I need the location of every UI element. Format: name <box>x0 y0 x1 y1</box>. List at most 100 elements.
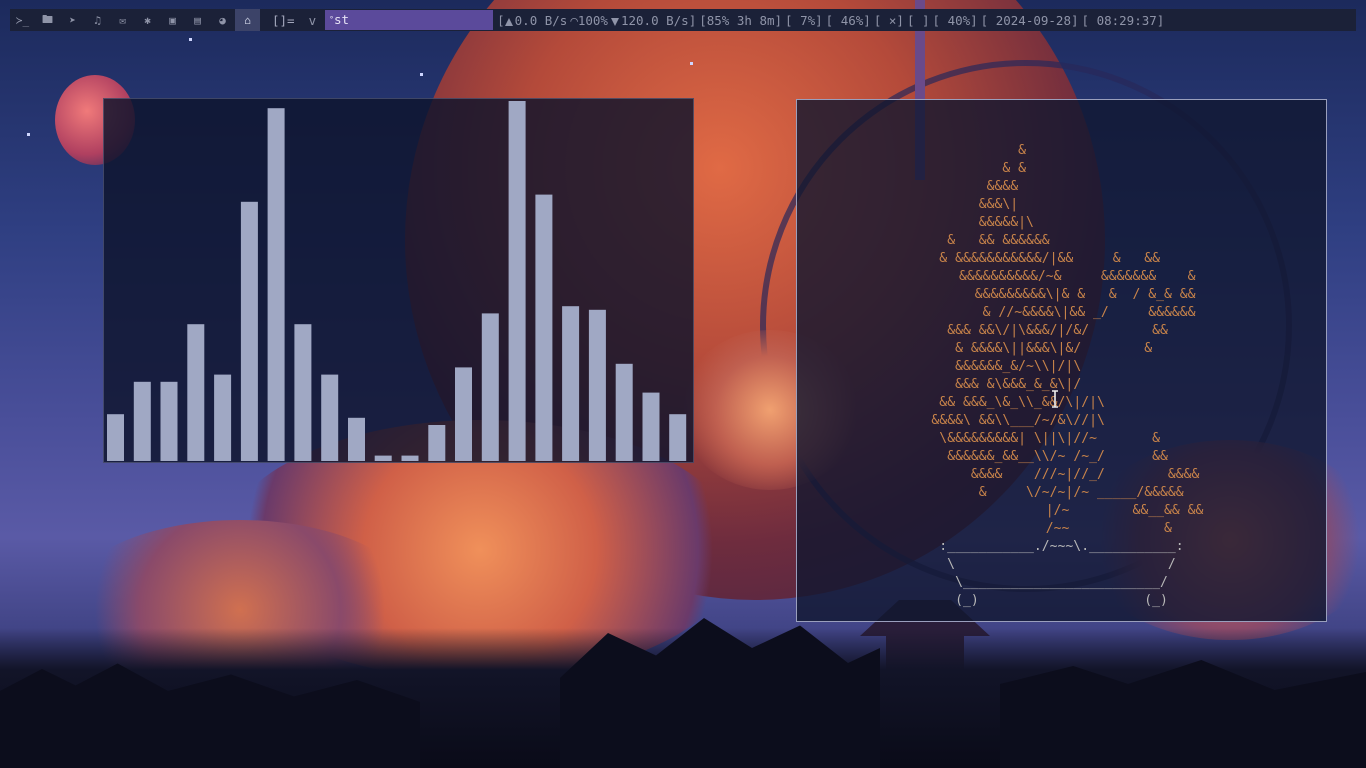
bonsai-pot-line: \ / <box>939 557 1184 572</box>
volume-text: [ ×] <box>873 12 904 28</box>
visualizer-bar <box>321 374 339 461</box>
browser-icon: ◕ <box>219 13 226 27</box>
bonsai-pot-line: (_) (_) <box>939 593 1184 608</box>
bonsai-line: &&&\| <box>931 197 1192 212</box>
window-title[interactable]: °st <box>325 10 494 30</box>
wallpaper-star <box>27 133 30 136</box>
mail-icon: ✉ <box>119 13 126 27</box>
workspace-tag[interactable]: ♫ <box>85 9 110 31</box>
volume-status[interactable]: [ ×] <box>874 13 904 28</box>
bonsai-line: /~~ & <box>927 521 1196 536</box>
memory-status: [ 46%] <box>826 13 871 28</box>
date-status: [ 2024-09-28] <box>981 13 1079 28</box>
brightness-status: [ 40%] <box>933 13 978 28</box>
ascii-bonsai-art: & & & &&&& &&&\| &&&&&|\ & && &&&&&& & &… <box>797 142 1326 610</box>
mic-status[interactable]: [ ] <box>907 13 930 28</box>
visualizer-bar <box>428 425 446 461</box>
visualizer-bar <box>401 455 419 461</box>
visualizer-bar <box>588 309 606 461</box>
bonsai-line: & &&&&&&&&&&&/|&& & && <box>931 251 1192 266</box>
bonsai-line: &&&& ///~|//_/ &&&& <box>923 467 1200 482</box>
bonsai-line: &&& &\&&&_&_&\|/ <box>931 377 1192 392</box>
bonsai-line: & //~&&&&\|&& _/ &&&&&& <box>927 305 1196 320</box>
workspace-tag[interactable]: ➤ <box>60 9 85 31</box>
bonsai-line: &&&&&&_&&__\\/~ /~_/ && <box>931 449 1192 464</box>
visualizer-bar <box>240 201 258 462</box>
bank-icon: ⌂ <box>244 13 251 27</box>
download-rate-text: 120.0 B/s] <box>620 12 697 28</box>
wallpaper-star <box>189 38 192 41</box>
bonsai-line: & && &&&&&& <box>931 233 1192 248</box>
bonsai-line: &&&& <box>931 179 1192 194</box>
terminal-icon: ≻_ <box>15 13 30 27</box>
workspace-tag[interactable]: ✱ <box>135 9 160 31</box>
visualizer-bar <box>160 381 178 461</box>
visualizer-bar <box>214 374 232 461</box>
layout-indicator[interactable]: []= <box>272 13 295 28</box>
visualizer-bar <box>374 455 392 461</box>
bonsai-pot-line: \_________________________/ <box>939 575 1184 590</box>
send-icon: ➤ <box>69 13 76 27</box>
bonsai-line: & \/~/~|/~ _____/&&&&& <box>931 485 1192 500</box>
time-text: [ 08:29:37] <box>1081 12 1165 28</box>
wallpaper-star <box>420 73 423 76</box>
time-status: [ 08:29:37] <box>1082 13 1165 28</box>
visualizer-bar <box>481 313 499 461</box>
battery-status: [85% 3h 8m] <box>699 13 782 28</box>
date-text: [ 2024-09-28] <box>980 12 1079 28</box>
bonsai-line: & <box>931 143 1192 158</box>
visualizer-bar <box>267 108 285 461</box>
visualizer-bar <box>455 367 472 461</box>
wifi-status: ◠100% <box>570 13 608 28</box>
cpu-status: [ 7%] <box>785 13 823 28</box>
bonsai-line: &&&&&|\ <box>931 215 1192 230</box>
download-icon <box>610 17 619 26</box>
visualizer-bars <box>107 101 687 462</box>
workspace-tags: ≻_ 🖿 ➤ ♫ ✉ ✱ ▣ ▤ ◕ ⌂ <box>10 9 260 31</box>
bonsai-line: &&&&\ &&\\___/~/&\//|\ <box>931 413 1192 428</box>
bonsai-line: \&&&&&&&&&| \||\|//~ & <box>931 431 1192 446</box>
status-bar: ≻_ 🖿 ➤ ♫ ✉ ✱ ▣ ▤ ◕ ⌂ []= v °st [0.0 B/s ◠100% 120… <box>10 9 1356 31</box>
bonsai-line: |/~ &&__&& && <box>919 503 1204 518</box>
visualizer-bar <box>107 414 124 461</box>
visualizer-bar <box>642 392 660 461</box>
client-indicator: v <box>308 12 317 28</box>
bonsai-line: && &&&_\&_\\_&&/\|/|\ <box>931 395 1192 410</box>
workspace-tag[interactable]: 🖿 <box>35 9 60 31</box>
visualizer-bar <box>535 194 553 461</box>
music-icon: ♫ <box>94 13 101 27</box>
terminal-window-bonsai[interactable]: & & & &&&& &&&\| &&&&&|\ & && &&&&&& & &… <box>796 99 1327 622</box>
bonsai-line: &&&&&&_&/~\\|/|\ <box>931 359 1192 374</box>
battery-text: [85% 3h 8m] <box>699 12 783 28</box>
bonsai-line: &&&&&&&&&&/~& &&&&&&& & <box>927 269 1196 284</box>
image-icon: ▣ <box>169 13 176 27</box>
visualizer-bar <box>562 306 580 461</box>
workspace-tag[interactable]: ✉ <box>110 9 135 31</box>
visualizer-bar <box>615 363 633 461</box>
workspace-tag[interactable]: ◕ <box>210 9 235 31</box>
workspace-tag[interactable]: ⌂ <box>235 9 260 31</box>
visualizer-bar <box>508 101 526 461</box>
download-rate: 120.0 B/s] <box>610 12 697 28</box>
bug-icon: ✱ <box>144 13 151 27</box>
visualizer-bar <box>187 324 205 461</box>
workspace-tag[interactable]: ▣ <box>160 9 185 31</box>
workspace-tag[interactable]: ▤ <box>185 9 210 31</box>
bonsai-line: & & <box>931 161 1192 176</box>
bonsai-line: & &&&&\||&&&\|&/ & <box>931 341 1192 356</box>
brightness-text: [ 40%] <box>932 12 978 28</box>
text-cursor-icon <box>1052 390 1058 408</box>
bonsai-line: &&&&&&&&&\|& & & / &_& && <box>927 287 1196 302</box>
visualizer-bar <box>294 324 312 461</box>
audio-visualizer-window[interactable] <box>103 98 694 463</box>
visualizer-bar <box>348 417 365 461</box>
folder-icon: 🖿 <box>42 12 53 26</box>
system-status: [0.0 B/s ◠100% 120.0 B/s] [85% 3h 8m] [ … <box>497 13 1167 28</box>
upload-rate-text: 0.0 B/s <box>514 12 568 28</box>
cpu-text: [ 7%] <box>785 12 823 28</box>
mic-text: [ ] <box>906 12 930 28</box>
visualizer-bar <box>669 414 687 461</box>
workspace-tag[interactable]: ≻_ <box>10 9 35 31</box>
wifi-icon: ◠ <box>570 12 578 28</box>
upload-rate: [0.0 B/s <box>497 12 568 28</box>
